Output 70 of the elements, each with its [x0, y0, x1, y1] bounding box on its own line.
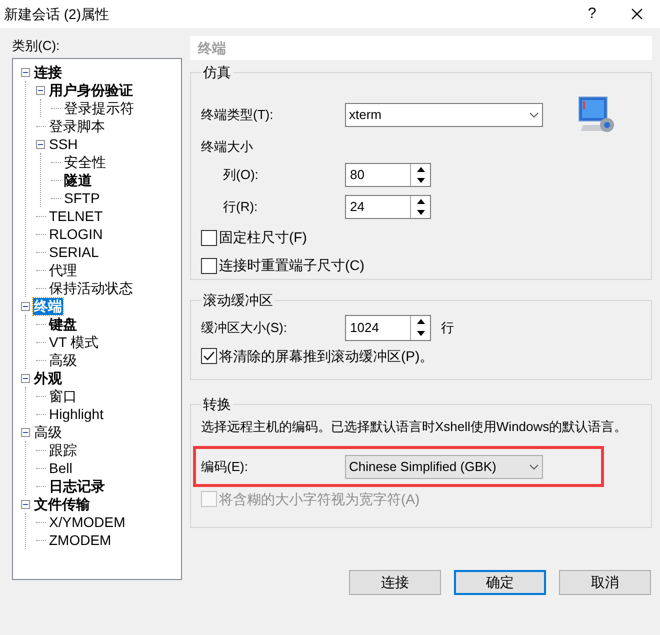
tree-item[interactable]: Highlight [48, 406, 104, 422]
field-label: 列(O): [223, 166, 260, 184]
tree-item[interactable]: 外观 [33, 370, 63, 386]
chevron-icon [529, 112, 539, 118]
help-button[interactable]: ? [570, 0, 614, 28]
tree-item[interactable]: 登录脚本 [48, 118, 106, 134]
tree-item[interactable]: 键盘 [48, 316, 78, 332]
field-label: 缓冲区大小(S): [201, 319, 288, 338]
checkbox-label: 连接时重置端子尺寸(C) [219, 256, 364, 275]
group-title: 转换 [202, 395, 232, 414]
tree-item[interactable]: SFTP [63, 190, 101, 206]
close-icon [631, 8, 643, 20]
dialog-button[interactable]: 连接 [349, 570, 441, 595]
checkbox[interactable] [201, 348, 217, 364]
field-label: 编码(E): [201, 458, 249, 476]
tree-item[interactable]: TELNET [48, 208, 104, 224]
tree-item[interactable]: 窗口 [48, 388, 78, 404]
window-title: 新建会话 (2)属性 [4, 4, 109, 24]
collapse-icon[interactable] [21, 68, 30, 76]
checkbox-label: 将清除的屏幕推到滚动缓冲区(P)。 [219, 346, 434, 366]
dialog-button[interactable]: 取消 [559, 570, 651, 595]
tree-item[interactable]: 连接 [33, 64, 63, 80]
monitor-gear-icon [577, 95, 617, 135]
checkbox[interactable] [201, 258, 217, 274]
checkbox-label: 将含糊的大小字符视为宽字符(A) [219, 490, 420, 509]
terminal-type-dropdown[interactable]: xterm [345, 103, 543, 127]
checkbox-label: 固定柱尺寸(F) [219, 228, 307, 247]
group-title: 滚动缓冲区 [202, 291, 274, 310]
rows-spinbox[interactable]: 24 [345, 194, 431, 218]
tree-item[interactable]: 用户身份验证 [48, 82, 134, 98]
tree-item[interactable]: SSH [48, 136, 79, 152]
panel-title: 终端 [198, 38, 226, 58]
tree-item[interactable]: 安全性 [63, 154, 107, 170]
tree-item[interactable]: Bell [48, 460, 74, 476]
tree-item[interactable]: VT 模式 [48, 334, 100, 350]
collapse-icon[interactable] [21, 428, 30, 436]
tree-item[interactable]: 登录提示符 [63, 100, 135, 116]
collapse-icon[interactable] [21, 302, 30, 310]
tree-item[interactable]: 跟踪 [48, 442, 78, 458]
category-label: 类别(C): [12, 37, 61, 55]
columns-spinbox[interactable]: 80 [345, 162, 431, 186]
tree-item[interactable]: 代理 [48, 262, 78, 278]
collapse-icon[interactable] [36, 140, 45, 148]
category-tree[interactable]: 连接 用户身份验证 登录提示符 登录脚本 SSH 安全性 隧道 SFTP TELNET RLOGIN SERIAL 代理 保持活动状态 终端 键盘 VT 模式 高级 外观 窗口 Highlight 高级 跟踪 Bell 日志记录 文件传输 X/YMODEM ZMODEM [12, 58, 182, 580]
tree-item[interactable]: 隧道 [63, 172, 93, 188]
tree-item[interactable]: 文件传输 [33, 496, 91, 512]
collapse-icon[interactable] [36, 86, 45, 94]
field-label: 行(R): [223, 198, 259, 216]
tree-item[interactable]: 日志记录 [48, 478, 106, 494]
tree-item[interactable]: X/YMODEM [48, 514, 126, 530]
field-label: 终端类型(T): [201, 106, 274, 124]
group-title: 仿真 [202, 63, 232, 82]
encoding-dropdown[interactable]: Chinese Simplified (GBK) [345, 455, 543, 479]
checkmark-icon [203, 351, 215, 361]
tree-item[interactable]: 终端 [33, 298, 63, 314]
tree-item[interactable]: 保持活动状态 [48, 280, 134, 296]
collapse-icon[interactable] [21, 374, 30, 382]
tree-item[interactable]: ZMODEM [48, 532, 112, 548]
dialog-button[interactable]: 确定 [454, 570, 546, 595]
unit-label: 行 [441, 319, 454, 338]
tree-item[interactable]: 高级 [48, 352, 78, 368]
tree-item[interactable]: RLOGIN [48, 226, 104, 242]
description-text: 选择远程主机的编码。已选择默认语言时Xshell使用Windows的默认语言。 [201, 419, 628, 435]
tree-item[interactable]: 高级 [33, 424, 63, 440]
chevron-icon [529, 464, 539, 470]
buffer-size-spinbox[interactable]: 1024 [345, 315, 431, 341]
collapse-icon[interactable] [21, 500, 30, 508]
checkbox[interactable] [201, 230, 217, 246]
tree-item[interactable]: SERIAL [48, 244, 100, 260]
section-label: 终端大小 [201, 138, 254, 156]
